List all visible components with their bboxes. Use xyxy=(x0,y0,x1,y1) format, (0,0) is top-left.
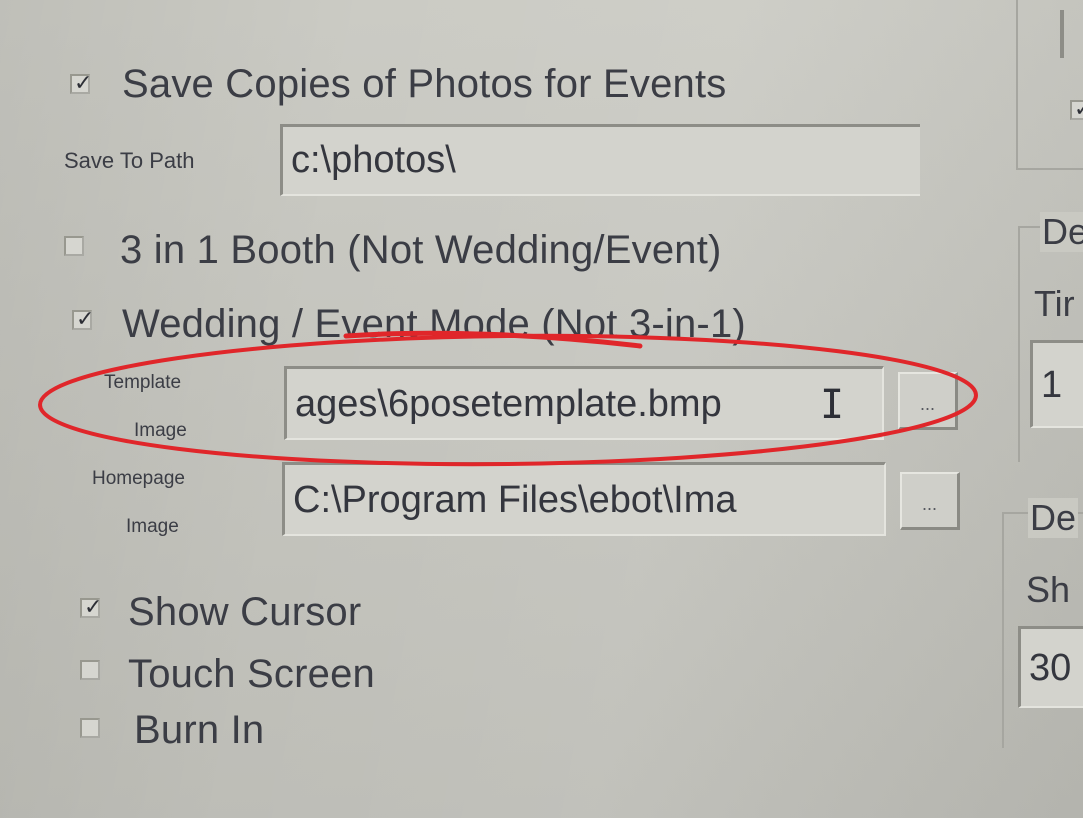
checkmark-icon: ✓ xyxy=(74,71,93,96)
circle-annotation xyxy=(38,333,978,467)
right-group-2-label: Sh xyxy=(1026,569,1071,610)
save-to-path-input[interactable]: c:\photos\ xyxy=(280,124,920,196)
right-group-1-input[interactable]: 1 xyxy=(1030,340,1083,428)
burn-in-checkbox[interactable] xyxy=(80,718,100,738)
touch-screen-checkbox[interactable] xyxy=(80,660,100,680)
show-cursor-label: Show Cursor xyxy=(128,590,362,634)
save-copies-label: Save Copies of Photos for Events xyxy=(122,62,727,106)
checkmark-icon: ✓ xyxy=(76,307,95,332)
right-group-1-title: De xyxy=(1040,212,1083,252)
checkmark-icon: ✓ xyxy=(1074,99,1083,121)
checkmark-icon: ✓ xyxy=(84,595,103,620)
homepage-image-input[interactable]: C:\Program Files\ebot\Ima xyxy=(282,462,886,536)
three-in-one-checkbox[interactable] xyxy=(64,236,84,256)
burn-in-label: Burn In xyxy=(134,708,265,752)
homepage-image-label-line1: Homepage xyxy=(92,468,185,489)
homepage-image-browse-button[interactable]: ... xyxy=(900,472,960,530)
save-to-path-label: Save To Path xyxy=(64,148,195,173)
wedding-mode-checkbox[interactable]: ✓ xyxy=(72,307,95,332)
right-top-group: ✓ xyxy=(1016,0,1083,170)
three-in-one-label: 3 in 1 Booth (Not Wedding/Event) xyxy=(120,228,722,272)
show-cursor-checkbox[interactable]: ✓ xyxy=(80,595,103,620)
touch-screen-label: Touch Screen xyxy=(128,652,375,696)
save-copies-checkbox[interactable]: ✓ xyxy=(70,71,93,96)
right-group-2-input[interactable]: 30 xyxy=(1018,626,1083,708)
right-top-divider xyxy=(1060,10,1064,58)
right-group-2-title: De xyxy=(1028,497,1079,538)
right-group-1-label: Tir xyxy=(1034,283,1075,324)
homepage-image-label-line2: Image xyxy=(126,516,179,537)
right-top-checkbox[interactable]: ✓ xyxy=(1070,99,1083,121)
